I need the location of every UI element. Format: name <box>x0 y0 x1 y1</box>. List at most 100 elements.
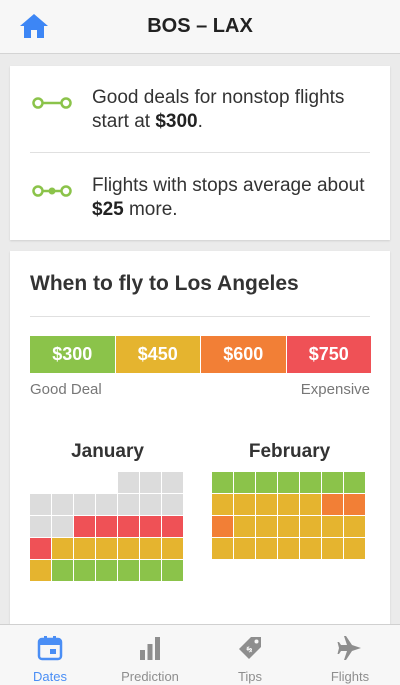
calendar-day-cell[interactable] <box>300 494 321 515</box>
calendar-day-cell[interactable] <box>212 538 233 559</box>
legend-600: $600 <box>200 336 286 373</box>
calendar-day-cell[interactable] <box>96 494 117 515</box>
calendar-day-cell[interactable] <box>234 472 255 493</box>
stops-price: $25 <box>92 199 124 220</box>
nonstop-deal-row: Good deals for nonstop flights start at … <box>32 86 370 134</box>
nonstop-price: $300 <box>155 111 198 132</box>
month-title-january: January <box>71 441 144 462</box>
calendar-day-cell[interactable] <box>278 516 299 537</box>
calendar-day-cell[interactable] <box>52 516 73 537</box>
calendar-day-cell[interactable] <box>162 472 183 493</box>
calendar-day-cell[interactable] <box>140 516 161 537</box>
expensive-label: Expensive <box>300 381 370 398</box>
tab-tips-label: Tips <box>237 669 263 684</box>
tab-dates-label: Dates <box>33 669 67 684</box>
bar-chart-icon <box>140 637 160 660</box>
tab-flights[interactable]: Flights <box>300 625 400 685</box>
calendar-blank-cell <box>96 472 117 493</box>
divider <box>30 316 370 317</box>
calendar-day-cell[interactable] <box>322 516 343 537</box>
calendar-day-cell[interactable] <box>118 494 139 515</box>
calendar-blank-cell <box>74 472 95 493</box>
calendar-day-cell[interactable] <box>278 472 299 493</box>
calendar-day-cell[interactable] <box>74 494 95 515</box>
calendar-day-cell[interactable] <box>96 560 117 581</box>
calendar-day-cell[interactable] <box>322 538 343 559</box>
tab-bar: Dates Prediction $ Tips Flights <box>0 624 400 685</box>
calendar-day-cell[interactable] <box>52 560 73 581</box>
nonstop-deal-lead: Good deals for nonstop flights start at <box>92 87 345 132</box>
calendar-day-cell[interactable] <box>30 494 51 515</box>
calendar-day-cell[interactable] <box>212 472 233 493</box>
calendar-day-cell[interactable] <box>118 472 139 493</box>
calendar-day-cell[interactable] <box>52 538 73 559</box>
calendar-day-cell[interactable] <box>322 472 343 493</box>
tab-prediction-label: Prediction <box>121 669 179 684</box>
calendar-day-cell[interactable] <box>140 538 161 559</box>
calendar-february <box>212 472 365 559</box>
stops-route-icon <box>32 185 72 197</box>
legend-750: $750 <box>285 336 371 373</box>
nonstop-deal-text: Good deals for nonstop flights start at … <box>92 86 370 134</box>
deals-card: Good deals for nonstop flights start at … <box>10 66 390 240</box>
divider <box>30 152 370 153</box>
calendar-day-cell[interactable] <box>140 560 161 581</box>
calendar-day-cell[interactable] <box>96 538 117 559</box>
calendar-day-cell[interactable] <box>278 538 299 559</box>
calendar-day-cell[interactable] <box>256 494 277 515</box>
calendar-blank-cell <box>52 472 73 493</box>
tab-dates[interactable]: Dates <box>0 625 100 685</box>
calendar-day-cell[interactable] <box>118 538 139 559</box>
airplane-icon <box>337 636 361 660</box>
calendar-day-cell[interactable] <box>162 560 183 581</box>
calendar-day-cell[interactable] <box>140 472 161 493</box>
calendar-day-cell[interactable] <box>30 538 51 559</box>
calendar-day-cell[interactable] <box>74 516 95 537</box>
calendar-january <box>30 472 183 581</box>
calendar-day-cell[interactable] <box>344 538 365 559</box>
calendar-day-cell[interactable] <box>256 516 277 537</box>
calendar-day-cell[interactable] <box>234 538 255 559</box>
calendar-day-cell[interactable] <box>74 538 95 559</box>
calendar-day-cell[interactable] <box>344 472 365 493</box>
legend-450: $450 <box>114 336 200 373</box>
calendar-day-cell[interactable] <box>300 516 321 537</box>
calendar-day-cell[interactable] <box>256 538 277 559</box>
nonstop-deal-suffix: . <box>197 111 203 132</box>
stops-deal-suffix: more. <box>123 199 178 220</box>
calendar-day-cell[interactable] <box>234 494 255 515</box>
legend-300: $300 <box>30 336 115 373</box>
calendar-blank-cell <box>30 472 51 493</box>
calendar-day-cell[interactable] <box>256 472 277 493</box>
calendar-day-cell[interactable] <box>344 516 365 537</box>
calendar-day-cell[interactable] <box>234 516 255 537</box>
when-title: When to fly to Los Angeles <box>30 272 299 295</box>
calendar-day-cell[interactable] <box>300 472 321 493</box>
calendar-day-cell[interactable] <box>322 494 343 515</box>
tab-prediction[interactable]: Prediction <box>100 625 200 685</box>
calendar-day-cell[interactable] <box>162 538 183 559</box>
calendar-day-cell[interactable] <box>96 516 117 537</box>
calendar-day-cell[interactable] <box>140 494 161 515</box>
top-bar: BOS – LAX <box>0 0 400 54</box>
calendar-day-cell[interactable] <box>344 494 365 515</box>
month-title-february: February <box>248 441 331 462</box>
calendar-day-cell[interactable] <box>118 516 139 537</box>
stops-deal-row: Flights with stops average about $25 mor… <box>32 174 370 222</box>
calendar-day-cell[interactable] <box>278 494 299 515</box>
calendar-icon <box>37 636 63 661</box>
calendar-day-cell[interactable] <box>212 516 233 537</box>
tab-tips[interactable]: $ Tips <box>200 625 300 685</box>
when-to-fly-card: When to fly to Los Angeles $300 $450 $60… <box>10 251 390 626</box>
calendar-day-cell[interactable] <box>52 494 73 515</box>
price-legend: $300 $450 $600 $750 <box>30 336 371 373</box>
calendar-day-cell[interactable] <box>30 560 51 581</box>
stops-deal-text: Flights with stops average about $25 mor… <box>92 174 370 222</box>
calendar-day-cell[interactable] <box>212 494 233 515</box>
calendar-day-cell[interactable] <box>74 560 95 581</box>
calendar-day-cell[interactable] <box>162 516 183 537</box>
calendar-day-cell[interactable] <box>118 560 139 581</box>
calendar-day-cell[interactable] <box>300 538 321 559</box>
calendar-day-cell[interactable] <box>30 516 51 537</box>
calendar-day-cell[interactable] <box>162 494 183 515</box>
